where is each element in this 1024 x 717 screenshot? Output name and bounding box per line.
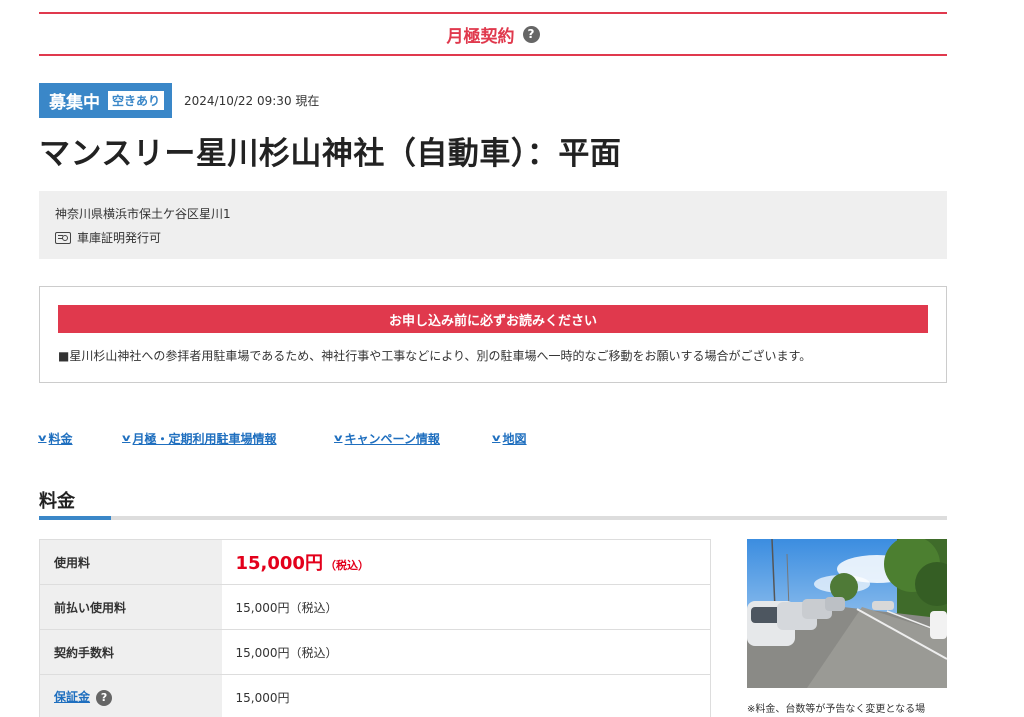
anchor-link-label: 月極・定期利用駐車場情報 <box>132 432 277 446</box>
notice-text: ■星川杉山神社への参拝者用駐車場であるため、神社行事や工事などにより、別の駐車場… <box>58 349 812 363</box>
notice-box: お申し込み前に必ずお読みください ■星川杉山神社への参拝者用駐車場であるため、神… <box>39 286 947 383</box>
anchor-link-label: 地図 <box>502 432 527 446</box>
anchor-link-label: 料金 <box>48 432 73 446</box>
chevron-down-icon: v <box>492 433 501 444</box>
vacancy-badge: 空きあり <box>108 91 165 110</box>
anchor-link-fee[interactable]: v 料金 <box>38 430 123 447</box>
fee-value: 15,000円（税込） <box>221 539 711 585</box>
certificate-label: 車庫証明発行可 <box>77 231 162 245</box>
deposit-link[interactable]: 保証金 <box>54 690 90 704</box>
fee-label: 前払い使用料 <box>39 584 222 630</box>
photo-note: ※料金、台数等が予告なく変更となる場 <box>747 704 926 715</box>
fee-label: 契約手数料 <box>39 629 222 675</box>
parking-lot-image <box>747 539 947 688</box>
table-row: 使用料 15,000円 （税込） <box>39 539 711 585</box>
contract-type-header: 月極契約 ? <box>39 12 947 56</box>
fee-value: 15,000円（税込） <box>221 584 711 630</box>
certificate-card-icon <box>55 231 71 244</box>
anchor-nav: v 料金 v 月極・定期利用駐車場情報 v キャンペーン情報 v 地図 <box>38 430 527 447</box>
recruiting-label: 募集中 <box>49 93 100 113</box>
usage-fee-amount: 15,000円 <box>235 553 323 574</box>
anchor-link-map[interactable]: v 地図 <box>492 430 527 447</box>
status-row: 募集中 空きあり 2024/10/22 09:30 現在 <box>39 83 319 118</box>
fee-value: 15,000円（税込） <box>221 629 711 675</box>
address-text: 神奈川県横浜市保土ケ谷区星川1 <box>55 207 231 221</box>
section-divider <box>39 516 947 520</box>
page-title: マンスリー星川杉山神社（自動車）：平面 <box>39 136 622 172</box>
fee-label: 使用料 <box>39 539 222 585</box>
anchor-link-monthly-info[interactable]: v 月極・定期利用駐車場情報 <box>122 430 335 447</box>
fee-table: 使用料 15,000円 （税込） 前払い使用料 15,000円（税込） 契約手数料… <box>39 539 711 717</box>
anchor-link-campaign[interactable]: v キャンペーン情報 <box>334 430 493 447</box>
contract-type-title: 月極契約 <box>446 26 515 47</box>
notice-heading: お申し込み前に必ずお読みください <box>58 305 928 333</box>
section-divider-accent <box>39 516 111 520</box>
fee-label-cell: 保証金? <box>39 674 222 717</box>
question-circle-icon[interactable]: ? <box>96 689 113 706</box>
usage-fee-tax: （税込） <box>324 559 369 572</box>
certificate-row: 車庫証明発行可 <box>55 229 931 246</box>
table-row: 契約手数料 15,000円（税込） <box>39 629 711 675</box>
chevron-down-icon: v <box>38 433 47 444</box>
anchor-link-label: キャンペーン情報 <box>344 432 440 446</box>
question-circle-icon[interactable]: ? <box>522 25 540 43</box>
table-row: 保証金? 15,000円 <box>39 674 711 717</box>
section-title-fee: 料金 <box>39 491 75 512</box>
table-row: 前払い使用料 15,000円（税込） <box>39 584 711 630</box>
status-timestamp: 2024/10/22 09:30 現在 <box>184 94 320 108</box>
address-box: 神奈川県横浜市保土ケ谷区星川1 車庫証明発行可 <box>39 191 947 259</box>
parking-lot-photo[interactable] <box>747 539 947 688</box>
fee-value: 15,000円 <box>221 674 711 717</box>
chevron-down-icon: v <box>334 433 343 444</box>
chevron-down-icon: v <box>122 433 131 444</box>
recruiting-badge: 募集中 空きあり <box>39 83 173 118</box>
